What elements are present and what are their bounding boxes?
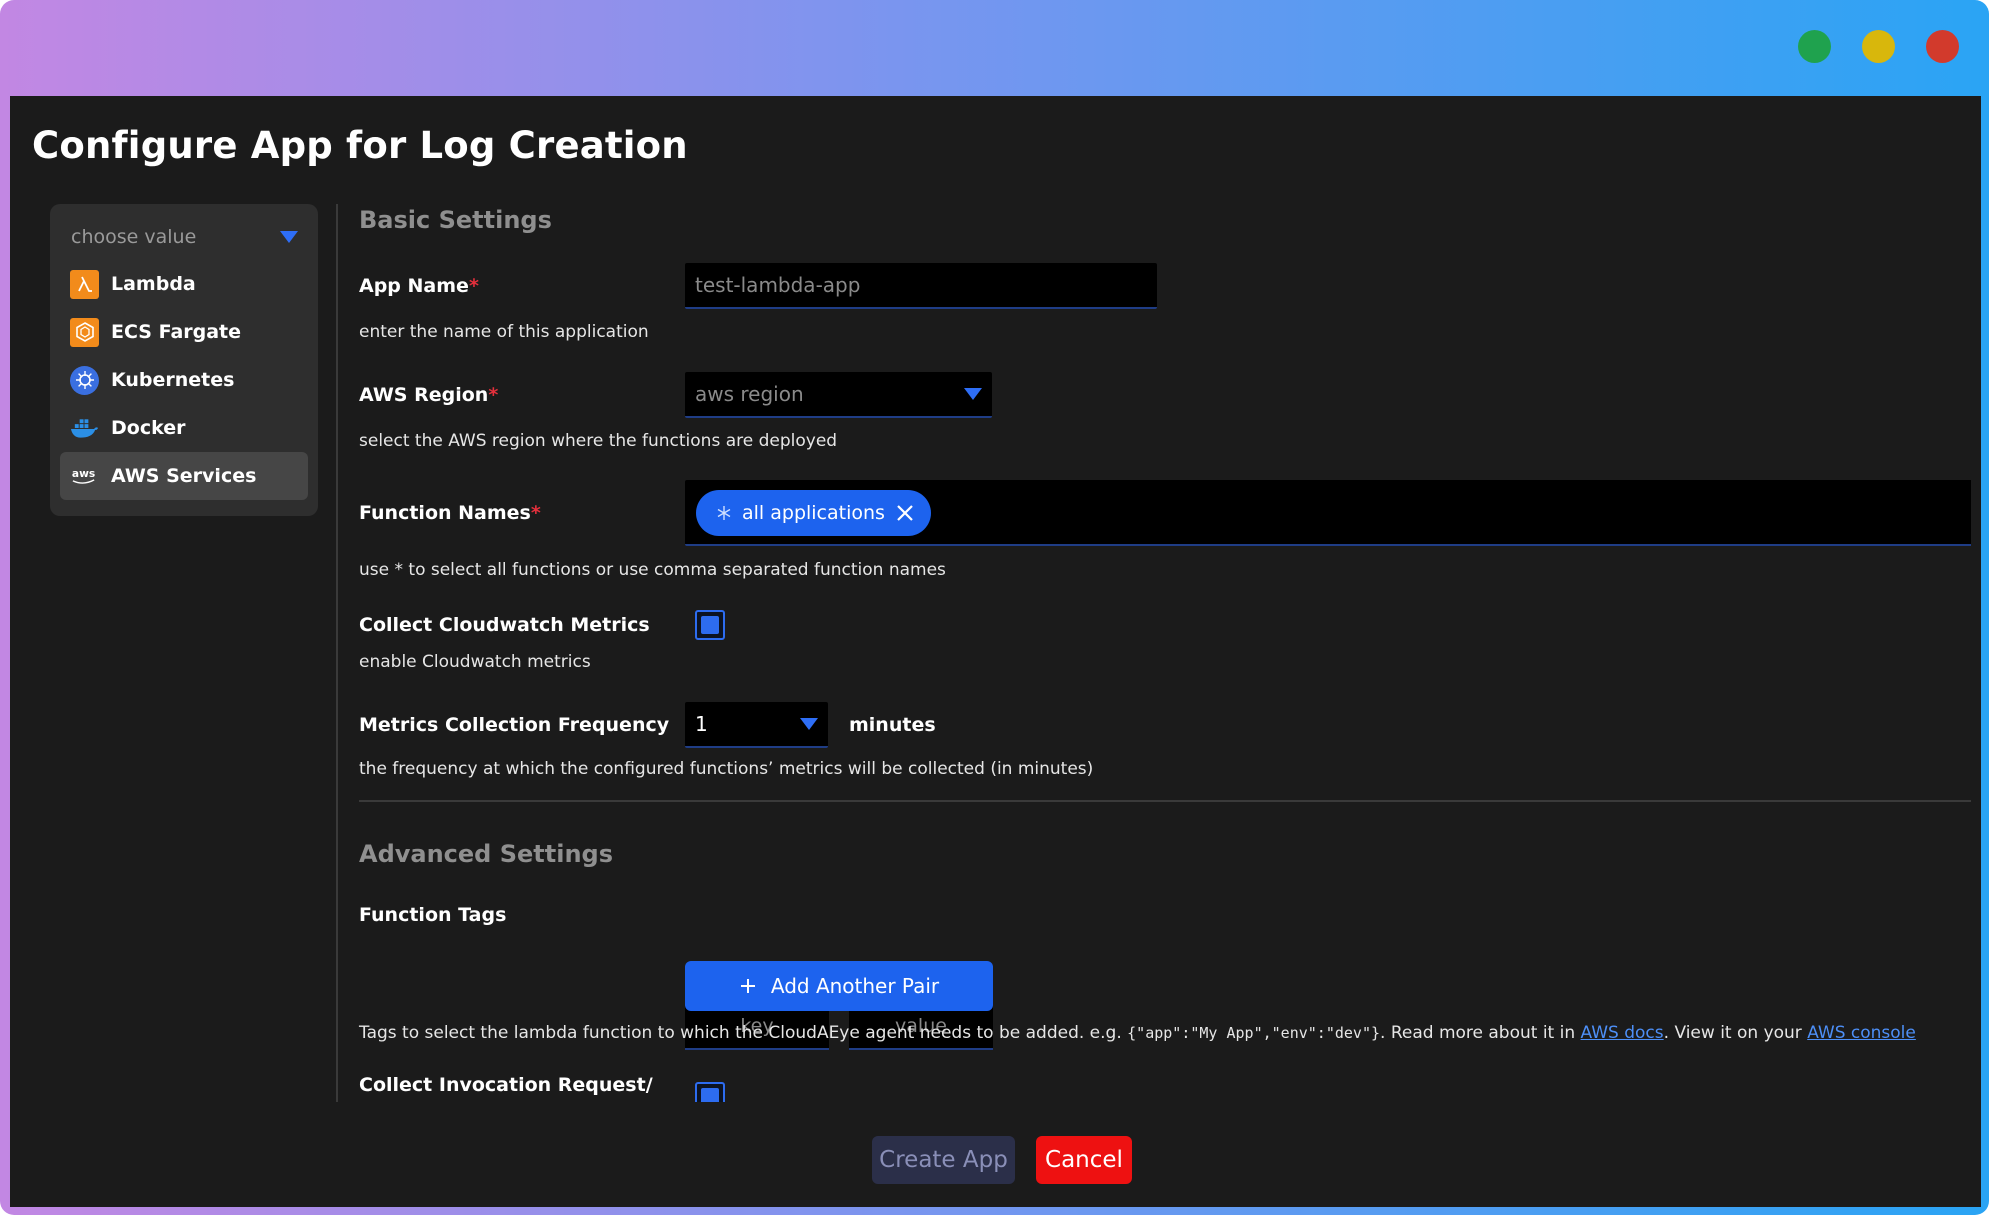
- aws-region-help: select the AWS region where the function…: [359, 431, 838, 451]
- function-names-help: use * to select all functions or use com…: [359, 560, 946, 580]
- basic-settings-title: Basic Settings: [359, 206, 552, 234]
- app-frame: Configure App for Log Creation choose va…: [0, 0, 1989, 1215]
- sidebar-item-lambda[interactable]: Lambda: [60, 260, 308, 308]
- invocation-label: Collect Invocation Request/: [359, 1074, 653, 1096]
- required-marker: *: [530, 502, 541, 524]
- window-controls: [1798, 30, 1959, 63]
- sidebar-item-docker[interactable]: Docker: [60, 404, 308, 452]
- frequency-unit: minutes: [849, 714, 936, 736]
- platform-select[interactable]: choose value: [60, 214, 308, 260]
- chevron-down-icon: [964, 388, 982, 400]
- aws-docs-link[interactable]: AWS docs: [1581, 1023, 1664, 1043]
- required-marker: *: [488, 384, 499, 406]
- sidebar-item-label: ECS Fargate: [111, 321, 242, 343]
- chevron-down-icon: [280, 231, 298, 243]
- window-minimize-button[interactable]: [1862, 30, 1895, 63]
- invocation-checkbox[interactable]: [695, 1082, 725, 1102]
- sidebar-item-ecs-fargate[interactable]: ECS Fargate: [60, 308, 308, 356]
- asterisk-icon: [717, 506, 731, 520]
- svg-text:aws: aws: [72, 467, 95, 480]
- sidebar-item-label: Lambda: [111, 273, 196, 295]
- aws-icon: aws: [70, 462, 99, 491]
- function-tags-help-prefix: Tags to select the lambda function to wh…: [359, 1023, 1128, 1043]
- plus-icon: [740, 979, 755, 993]
- add-another-pair-button[interactable]: Add Another Pair: [685, 961, 993, 1011]
- frequency-value: 1: [695, 712, 708, 736]
- sidebar-item-label: Docker: [111, 417, 186, 439]
- aws-region-label-text: AWS Region: [359, 384, 489, 406]
- kubernetes-icon: [70, 365, 99, 395]
- cloudwatch-help: enable Cloudwatch metrics: [359, 652, 591, 672]
- advanced-settings-title: Advanced Settings: [359, 840, 614, 868]
- function-tags-example: {"app":"My App","env":"dev"}: [1127, 1024, 1381, 1042]
- function-name-chip-label: all applications: [742, 502, 885, 524]
- aws-console-link[interactable]: AWS console: [1807, 1023, 1916, 1043]
- function-names-label: Function Names*: [359, 502, 541, 524]
- chevron-down-icon: [800, 718, 818, 730]
- sidebar-item-label: AWS Services: [111, 465, 257, 487]
- function-tags-help-middle: . Read more about it in: [1380, 1023, 1581, 1043]
- cloudwatch-label: Collect Cloudwatch Metrics: [359, 614, 650, 636]
- frequency-select[interactable]: 1: [685, 702, 828, 748]
- function-names-label-text: Function Names: [359, 502, 531, 524]
- section-divider: [359, 800, 1971, 802]
- app-name-label: App Name*: [359, 275, 479, 297]
- function-name-chip: all applications: [696, 490, 931, 536]
- window-maximize-button[interactable]: [1798, 30, 1831, 63]
- platform-selector: choose value Lambda ECS Fargate Kubernet…: [50, 204, 318, 516]
- app-name-placeholder: test-lambda-app: [695, 273, 861, 297]
- settings-form: Basic Settings App Name* test-lambda-app…: [359, 204, 1971, 1102]
- aws-region-placeholder: aws region: [695, 382, 804, 406]
- cancel-button[interactable]: Cancel: [1036, 1136, 1132, 1184]
- sidebar-item-kubernetes[interactable]: Kubernetes: [60, 356, 308, 404]
- invocation-row: Collect Invocation Request/: [359, 1056, 1971, 1102]
- function-tags-help-middle2: . View it on your: [1663, 1023, 1808, 1043]
- checkbox-checked-mark: [701, 616, 719, 634]
- main-window: Configure App for Log Creation choose va…: [10, 96, 1981, 1207]
- vertical-divider: [336, 204, 338, 1102]
- docker-icon: [70, 414, 99, 443]
- app-name-label-text: App Name: [359, 275, 469, 297]
- lambda-icon: [70, 269, 99, 299]
- sidebar-item-aws-services[interactable]: aws AWS Services: [60, 452, 308, 500]
- checkbox-checked-mark: [701, 1088, 719, 1102]
- cloudwatch-checkbox[interactable]: [695, 610, 725, 640]
- ecs-fargate-icon: [70, 317, 99, 347]
- frequency-label: Metrics Collection Frequency: [359, 714, 670, 736]
- page-title: Configure App for Log Creation: [32, 124, 688, 167]
- aws-region-select[interactable]: aws region: [685, 372, 992, 418]
- platform-select-placeholder: choose value: [71, 226, 197, 248]
- close-icon[interactable]: [895, 503, 915, 523]
- function-tags-label: Function Tags: [359, 904, 507, 926]
- function-names-input[interactable]: all applications: [685, 480, 1971, 546]
- required-marker: *: [468, 275, 479, 297]
- app-name-input[interactable]: test-lambda-app: [685, 263, 1157, 309]
- add-another-pair-label: Add Another Pair: [770, 974, 940, 998]
- aws-region-label: AWS Region*: [359, 384, 498, 406]
- sidebar-item-label: Kubernetes: [111, 369, 235, 391]
- frequency-help: the frequency at which the configured fu…: [359, 759, 1094, 779]
- create-app-button[interactable]: Create App: [872, 1136, 1015, 1184]
- app-name-help: enter the name of this application: [359, 322, 649, 342]
- function-tags-help: Tags to select the lambda function to wh…: [359, 1023, 1916, 1043]
- window-close-button[interactable]: [1926, 30, 1959, 63]
